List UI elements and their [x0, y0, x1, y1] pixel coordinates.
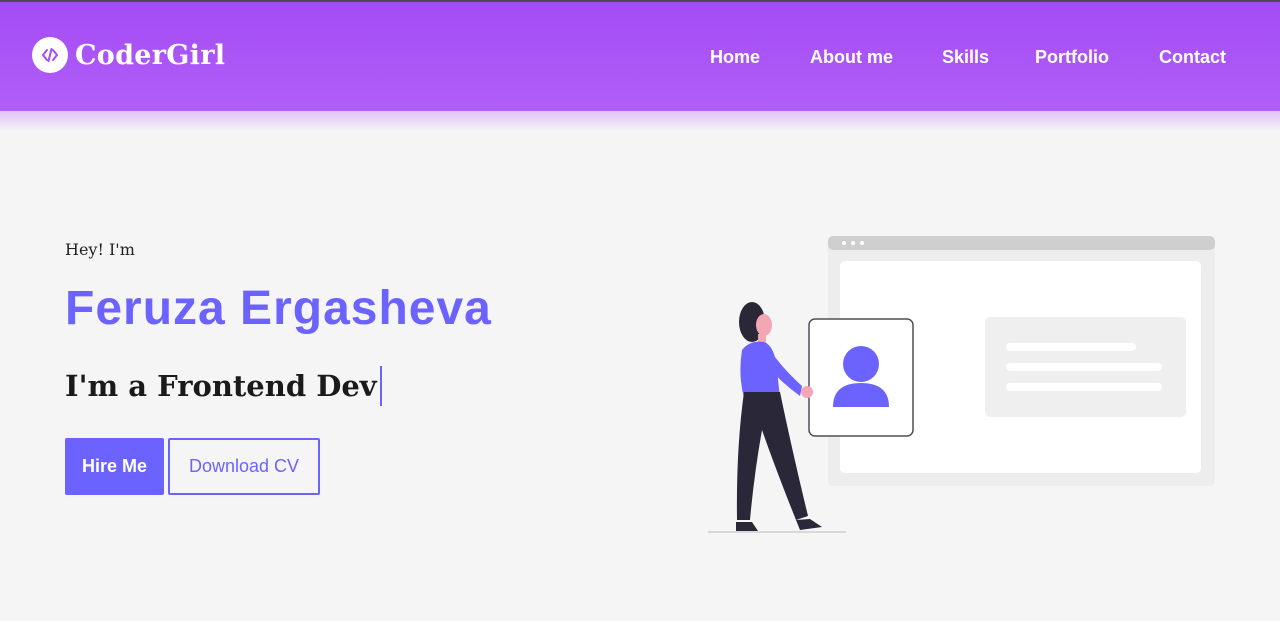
- nav-contact[interactable]: Contact: [1159, 47, 1226, 68]
- nav-home[interactable]: Home: [710, 47, 760, 68]
- main-nav: Home About me Skills Portfolio Contact: [0, 47, 1280, 71]
- hero-role: I'm a Frontend Dev: [65, 366, 382, 406]
- hero-greeting: Hey! I'm: [65, 240, 135, 259]
- hero-illustration: [700, 230, 1220, 540]
- typing-cursor: [379, 366, 382, 406]
- header-shadow: [0, 111, 1280, 131]
- nav-skills[interactable]: Skills: [942, 47, 989, 68]
- download-cv-button[interactable]: Download CV: [168, 438, 320, 495]
- hero-name: Feruza Ergasheva: [65, 282, 492, 335]
- site-header: CoderGirl Home About me Skills Portfolio…: [0, 2, 1280, 111]
- nav-about-me[interactable]: About me: [810, 47, 893, 68]
- hero-role-text: I'm a Frontend Dev: [65, 369, 377, 403]
- nav-portfolio[interactable]: Portfolio: [1035, 47, 1109, 68]
- hire-me-button[interactable]: Hire Me: [65, 438, 164, 495]
